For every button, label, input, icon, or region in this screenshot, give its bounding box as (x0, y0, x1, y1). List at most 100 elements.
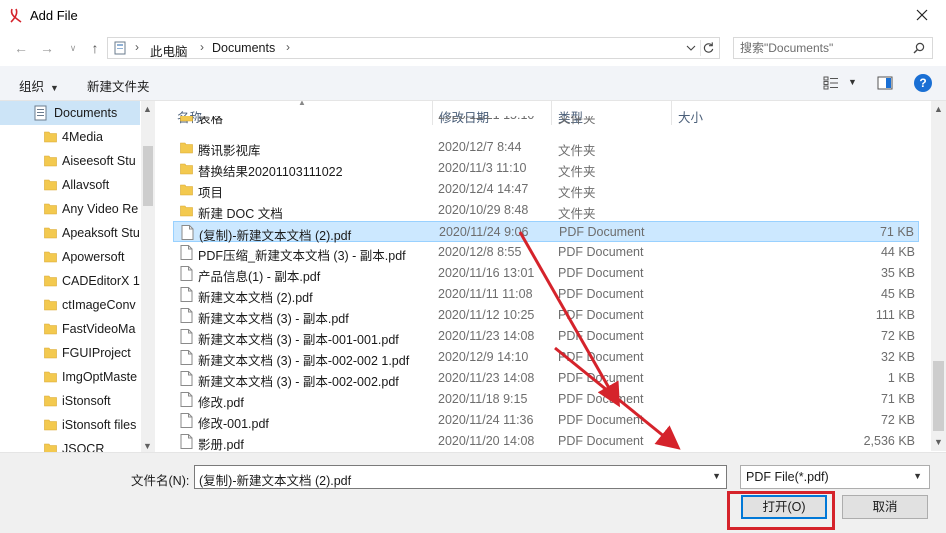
file-date: 2020/11/16 13:01 (438, 266, 535, 280)
sidebar-item[interactable]: FastVideoMa (0, 317, 140, 341)
file-row[interactable]: 新建文本文档 (3) - 副本-002-002.pdf 2020/11/23 14… (173, 368, 919, 389)
file-name: 修改-001.pdf (198, 417, 269, 431)
file-icon (180, 266, 193, 281)
caret-down-icon[interactable]: ▼ (848, 77, 857, 87)
file-date: 2020/12/8 8:55 (438, 245, 522, 259)
help-icon[interactable]: ? (914, 74, 932, 92)
file-size: 72 KB (880, 329, 915, 343)
breadcrumb-separator-icon: › (135, 40, 139, 54)
file-type-select[interactable]: PDF File(*.pdf) ▼ (740, 465, 930, 489)
folder-icon (44, 275, 57, 287)
address-bar[interactable]: › 此电脑 › Documents › (107, 37, 720, 59)
folder-icon (44, 299, 57, 311)
refresh-icon[interactable] (700, 40, 716, 56)
folder-icon (180, 142, 193, 154)
folder-row[interactable]: 腾讯影视库 2020/12/7 8:44 文件夹 (173, 137, 919, 158)
sidebar-item[interactable]: 4Media (0, 125, 140, 149)
nav-scrollbar[interactable]: ▲ ▼ (141, 101, 155, 456)
file-date: 2020/11/21 15:10 (438, 116, 534, 122)
folder-icon (44, 227, 57, 239)
sidebar-item-label: Documents (54, 106, 118, 120)
search-input[interactable] (734, 38, 904, 58)
file-type: PDF Document (558, 245, 644, 259)
folder-icon (44, 395, 57, 407)
sidebar-item[interactable]: Apowersoft (0, 245, 140, 269)
recent-chevron-icon[interactable]: ∨ (64, 39, 82, 57)
scroll-down-icon[interactable]: ▼ (934, 437, 943, 447)
folder-row[interactable]: 新建 DOC 文档 2020/10/29 8:48 文件夹 (173, 200, 919, 221)
file-row[interactable]: 新建文本文档 (2).pdf 2020/11/11 11:08 PDF Docume… (173, 284, 919, 305)
file-date: 2020/11/3 11:10 (438, 161, 527, 175)
window-title: Add File (30, 8, 78, 23)
file-row[interactable]: PDF压缩_新建文本文档 (3) - 副本.pdf 2020/12/8 8:55 P… (173, 242, 919, 263)
chevron-down-icon[interactable] (685, 41, 697, 55)
file-type: PDF Document (558, 329, 644, 343)
file-row[interactable]: (复制)-新建文本文档 (2).pdf 2020/11/24 9:06 PDF Do… (173, 221, 919, 243)
sidebar-item[interactable]: Apeaksoft Stu (0, 221, 140, 245)
forward-arrow-icon[interactable]: → (38, 39, 56, 57)
breadcrumb-this-pc[interactable]: 此电脑 (150, 41, 188, 60)
folder-row[interactable]: 项目 2020/12/4 14:47 文件夹 (173, 179, 919, 200)
file-name: PDF压缩_新建文本文档 (3) - 副本.pdf (198, 249, 406, 263)
folder-row[interactable]: 表格 2020/11/21 15:10 文件夹 (173, 116, 919, 126)
sidebar-item-label: Apowersoft (62, 250, 125, 264)
sidebar-item[interactable]: ImgOptMaste (0, 365, 140, 389)
folder-icon (180, 163, 193, 175)
preview-pane-icon[interactable] (877, 76, 893, 90)
up-arrow-icon[interactable]: ↑ (86, 39, 104, 57)
file-name: 腾讯影视库 (198, 144, 261, 158)
breadcrumb-documents[interactable]: Documents (212, 41, 275, 55)
sidebar-item[interactable]: CADEditorX 1 (0, 269, 140, 293)
sidebar-item[interactable]: ctImageConv (0, 293, 140, 317)
chevron-down-icon[interactable]: ▼ (712, 471, 721, 481)
file-row[interactable]: 新建文本文档 (3) - 副本-001-001.pdf 2020/11/23 14… (173, 326, 919, 347)
file-date: 2020/11/24 9:06 (439, 225, 529, 239)
open-button[interactable]: 打开(O) (741, 495, 827, 519)
file-row[interactable]: 新建文本文档 (3) - 副本-002-002 1.pdf 2020/12/9 1… (173, 347, 919, 368)
scroll-down-icon[interactable]: ▼ (143, 441, 152, 451)
organize-menu[interactable]: 组织 ▼ (19, 76, 59, 95)
file-name: 新建文本文档 (3) - 副本-002-002 1.pdf (198, 354, 410, 368)
file-row[interactable]: 新建文本文档 (3) - 副本.pdf 2020/11/12 10:25 PDF D… (173, 305, 919, 326)
file-icon (180, 329, 193, 344)
folder-row[interactable]: 替换结果20201103111022 2020/11/3 11:10 文件夹 (173, 158, 919, 179)
new-folder-button[interactable]: 新建文件夹 (87, 76, 150, 95)
file-date: 2020/12/9 14:10 (438, 350, 529, 364)
filename-input[interactable]: (复制)-新建文本文档 (2).pdf ▼ (194, 465, 727, 489)
file-row[interactable]: 修改-001.pdf 2020/11/24 11:36 PDF Document 72… (173, 410, 919, 431)
sidebar-item-label: CADEditorX 1 (62, 274, 140, 288)
sidebar-item[interactable]: FGUIProject (0, 341, 140, 365)
file-name: 表格 (198, 116, 224, 126)
view-options-icon[interactable] (823, 76, 839, 90)
file-row[interactable]: 产品信息(1) - 副本.pdf 2020/11/16 13:01 PDF Docu… (173, 263, 919, 284)
search-icon[interactable] (913, 42, 925, 54)
sidebar-item[interactable]: Documents (0, 101, 140, 125)
sidebar-item[interactable]: iStonsoft files (0, 413, 140, 437)
file-date: 2020/12/4 14:47 (438, 182, 529, 196)
sidebar-item[interactable]: Allavsoft (0, 173, 140, 197)
file-name: 项目 (198, 186, 224, 200)
sidebar-item[interactable]: Aiseesoft Stu (0, 149, 140, 173)
sidebar-item[interactable]: Any Video Re (0, 197, 140, 221)
file-row[interactable]: 影册.pdf 2020/11/20 14:08 PDF Document 2,536 … (173, 431, 919, 451)
filename-label: 文件名(N): (131, 474, 190, 488)
file-list-scrollbar[interactable]: ▲ ▼ (931, 101, 946, 451)
scroll-up-icon[interactable]: ▲ (934, 104, 943, 114)
sidebar-item[interactable]: iStonsoft (0, 389, 140, 413)
file-icon (180, 287, 193, 302)
scroll-up-icon[interactable]: ▲ (143, 104, 152, 114)
back-arrow-icon[interactable]: ← (12, 39, 30, 57)
file-type: PDF Document (558, 392, 644, 406)
close-icon[interactable] (912, 5, 932, 25)
cancel-button[interactable]: 取消 (842, 495, 928, 519)
search-box[interactable] (733, 37, 933, 59)
file-icon (180, 371, 193, 386)
file-row[interactable]: 修改.pdf 2020/11/18 9:15 PDF Document 71 KB (173, 389, 919, 410)
file-date: 2020/11/11 11:08 (438, 287, 533, 301)
scrollbar-thumb[interactable] (933, 361, 944, 431)
folder-icon (44, 251, 57, 263)
folder-icon (180, 116, 193, 122)
scrollbar-thumb[interactable] (143, 146, 153, 206)
sidebar-item-label: Allavsoft (62, 178, 110, 192)
file-icon (180, 308, 193, 323)
